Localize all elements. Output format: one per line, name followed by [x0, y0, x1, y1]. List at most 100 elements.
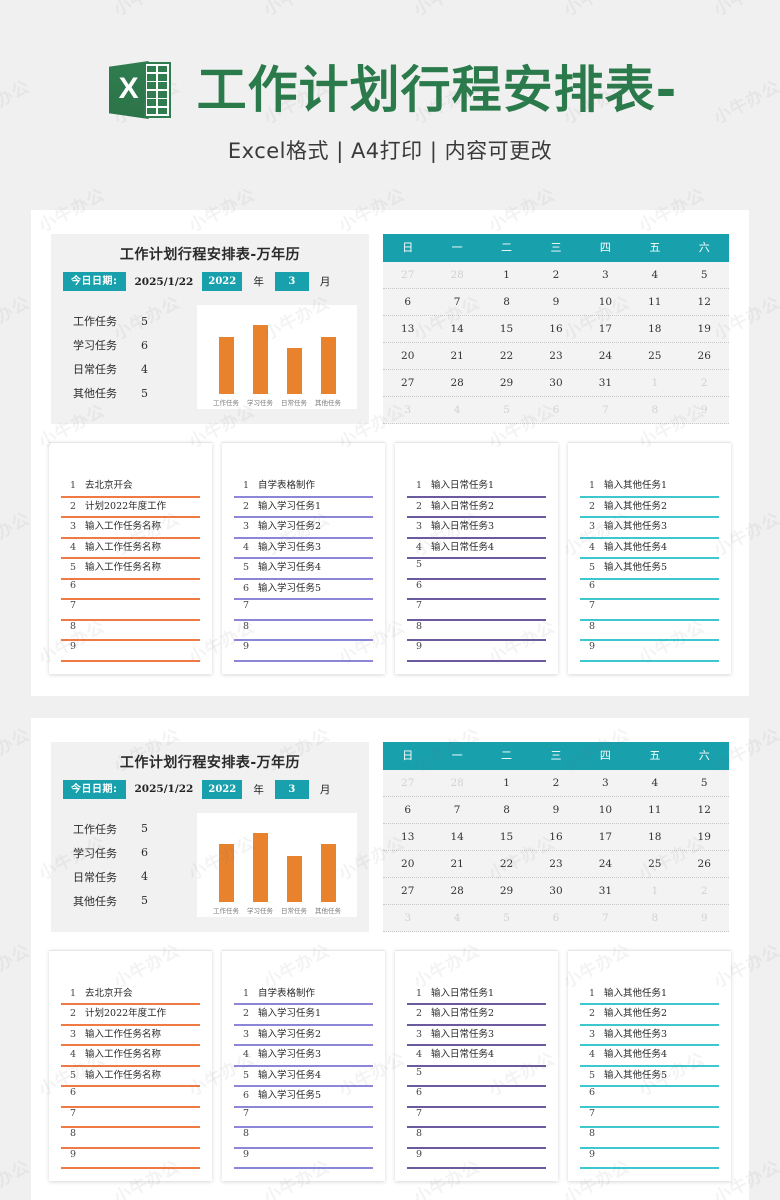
- task-text[interactable]: 输入工作任务名称: [85, 1046, 161, 1060]
- calendar-day-cell[interactable]: 17: [581, 824, 630, 850]
- task-text[interactable]: 输入其他任务1: [604, 985, 667, 999]
- task-row[interactable]: 4 输入工作任务名称: [61, 1046, 200, 1067]
- task-row[interactable]: 6: [407, 1087, 546, 1108]
- task-row[interactable]: 5: [407, 1067, 546, 1087]
- task-text[interactable]: 输入学习任务5: [258, 580, 321, 594]
- task-text[interactable]: 输入学习任务1: [258, 498, 321, 512]
- calendar-day-cell[interactable]: 27: [383, 262, 432, 288]
- calendar-day-cell[interactable]: 10: [581, 289, 630, 315]
- task-row[interactable]: 1 去北京开会: [61, 985, 200, 1005]
- calendar-day-cell[interactable]: 4: [630, 262, 679, 288]
- calendar-day-cell[interactable]: 9: [531, 289, 580, 315]
- task-text[interactable]: 输入日常任务4: [431, 1046, 494, 1060]
- calendar-day-cell[interactable]: 23: [531, 343, 580, 369]
- task-row[interactable]: 4 输入其他任务4: [580, 1046, 719, 1067]
- task-row[interactable]: 9: [580, 1149, 719, 1169]
- task-row[interactable]: 5 输入其他任务5: [580, 1067, 719, 1087]
- task-text[interactable]: 自学表格制作: [258, 477, 315, 491]
- task-row[interactable]: 1 输入日常任务1: [407, 985, 546, 1005]
- calendar-day-cell[interactable]: 8: [482, 289, 531, 315]
- task-row[interactable]: 3 输入学习任务2: [234, 518, 373, 539]
- task-row[interactable]: 9: [234, 1149, 373, 1169]
- task-row[interactable]: 9: [61, 641, 200, 662]
- calendar-day-cell[interactable]: 6: [383, 289, 432, 315]
- task-text[interactable]: 输入学习任务4: [258, 559, 321, 573]
- calendar-day-cell[interactable]: 28: [432, 262, 481, 288]
- task-row[interactable]: 7: [580, 1108, 719, 1128]
- calendar-day-cell[interactable]: 9: [680, 397, 729, 423]
- month-input[interactable]: 3: [274, 779, 309, 799]
- task-row[interactable]: 8: [407, 1128, 546, 1149]
- task-row[interactable]: 9: [61, 1149, 200, 1169]
- calendar-day-cell[interactable]: 1: [482, 262, 531, 288]
- calendar-day-cell[interactable]: 30: [531, 370, 580, 396]
- task-row[interactable]: 6: [61, 580, 200, 600]
- task-text[interactable]: 输入工作任务名称: [85, 518, 161, 532]
- task-row[interactable]: 1 输入其他任务1: [580, 985, 719, 1005]
- task-row[interactable]: 9: [407, 1149, 546, 1169]
- calendar-day-cell[interactable]: 12: [680, 289, 729, 315]
- task-row[interactable]: 6 输入学习任务5: [234, 1087, 373, 1108]
- calendar-day-cell[interactable]: 4: [630, 770, 679, 796]
- task-text[interactable]: 输入工作任务名称: [85, 559, 161, 573]
- task-row[interactable]: 5 输入工作任务名称: [61, 559, 200, 580]
- task-row[interactable]: 1 去北京开会: [61, 477, 200, 498]
- calendar-day-cell[interactable]: 14: [432, 824, 481, 850]
- task-row[interactable]: 3 输入其他任务3: [580, 1026, 719, 1046]
- task-row[interactable]: 8: [234, 1128, 373, 1149]
- task-row[interactable]: 4 输入日常任务4: [407, 539, 546, 559]
- task-row[interactable]: 2 输入学习任务1: [234, 498, 373, 518]
- task-text[interactable]: 计划2022年度工作: [85, 498, 166, 512]
- calendar-day-cell[interactable]: 28: [432, 370, 481, 396]
- task-text[interactable]: 输入日常任务2: [431, 498, 494, 512]
- task-row[interactable]: 5: [407, 559, 546, 580]
- calendar-day-cell[interactable]: 3: [383, 397, 432, 423]
- task-text[interactable]: 输入学习任务5: [258, 1087, 321, 1101]
- calendar-day-cell[interactable]: 19: [680, 824, 729, 850]
- task-row[interactable]: 7: [234, 600, 373, 621]
- task-row[interactable]: 8: [234, 621, 373, 641]
- calendar-day-cell[interactable]: 27: [383, 770, 432, 796]
- calendar-day-cell[interactable]: 2: [531, 262, 580, 288]
- calendar-day-cell[interactable]: 26: [680, 851, 729, 877]
- task-row[interactable]: 5 输入学习任务4: [234, 1067, 373, 1087]
- calendar-day-cell[interactable]: 18: [630, 316, 679, 342]
- task-row[interactable]: 4 输入其他任务4: [580, 539, 719, 559]
- task-text[interactable]: 输入学习任务1: [258, 1005, 321, 1019]
- calendar-day-cell[interactable]: 8: [630, 905, 679, 931]
- calendar-day-cell[interactable]: 2: [680, 370, 729, 396]
- task-row[interactable]: 3 输入工作任务名称: [61, 1026, 200, 1046]
- calendar-day-cell[interactable]: 3: [383, 905, 432, 931]
- task-text[interactable]: 输入其他任务5: [604, 1067, 667, 1081]
- task-row[interactable]: 1 输入其他任务1: [580, 477, 719, 498]
- calendar-day-cell[interactable]: 7: [432, 797, 481, 823]
- task-row[interactable]: 9: [407, 641, 546, 662]
- calendar-day-cell[interactable]: 30: [531, 878, 580, 904]
- task-row[interactable]: 6 输入学习任务5: [234, 580, 373, 600]
- task-row[interactable]: 2 输入其他任务2: [580, 498, 719, 518]
- task-row[interactable]: 9: [234, 641, 373, 662]
- task-row[interactable]: 7: [61, 600, 200, 621]
- task-text[interactable]: 输入学习任务2: [258, 518, 321, 532]
- task-row[interactable]: 5 输入学习任务4: [234, 559, 373, 580]
- calendar-day-cell[interactable]: 7: [581, 397, 630, 423]
- calendar-day-cell[interactable]: 16: [531, 824, 580, 850]
- task-text[interactable]: 去北京开会: [85, 985, 133, 999]
- calendar-day-cell[interactable]: 6: [383, 797, 432, 823]
- calendar-day-cell[interactable]: 17: [581, 316, 630, 342]
- task-row[interactable]: 2 计划2022年度工作: [61, 1005, 200, 1026]
- task-text[interactable]: 输入日常任务1: [431, 477, 494, 491]
- calendar-day-cell[interactable]: 27: [383, 878, 432, 904]
- calendar-day-cell[interactable]: 7: [432, 289, 481, 315]
- task-text[interactable]: 输入其他任务2: [604, 498, 667, 512]
- task-text[interactable]: 输入日常任务4: [431, 539, 494, 553]
- task-row[interactable]: 6: [580, 580, 719, 600]
- calendar-day-cell[interactable]: 25: [630, 343, 679, 369]
- task-row[interactable]: 4 输入学习任务3: [234, 1046, 373, 1067]
- task-row[interactable]: 3 输入日常任务3: [407, 518, 546, 539]
- calendar-day-cell[interactable]: 8: [482, 797, 531, 823]
- calendar-day-cell[interactable]: 1: [630, 370, 679, 396]
- task-text[interactable]: 去北京开会: [85, 477, 133, 491]
- calendar-day-cell[interactable]: 27: [383, 370, 432, 396]
- month-input[interactable]: 3: [274, 272, 309, 291]
